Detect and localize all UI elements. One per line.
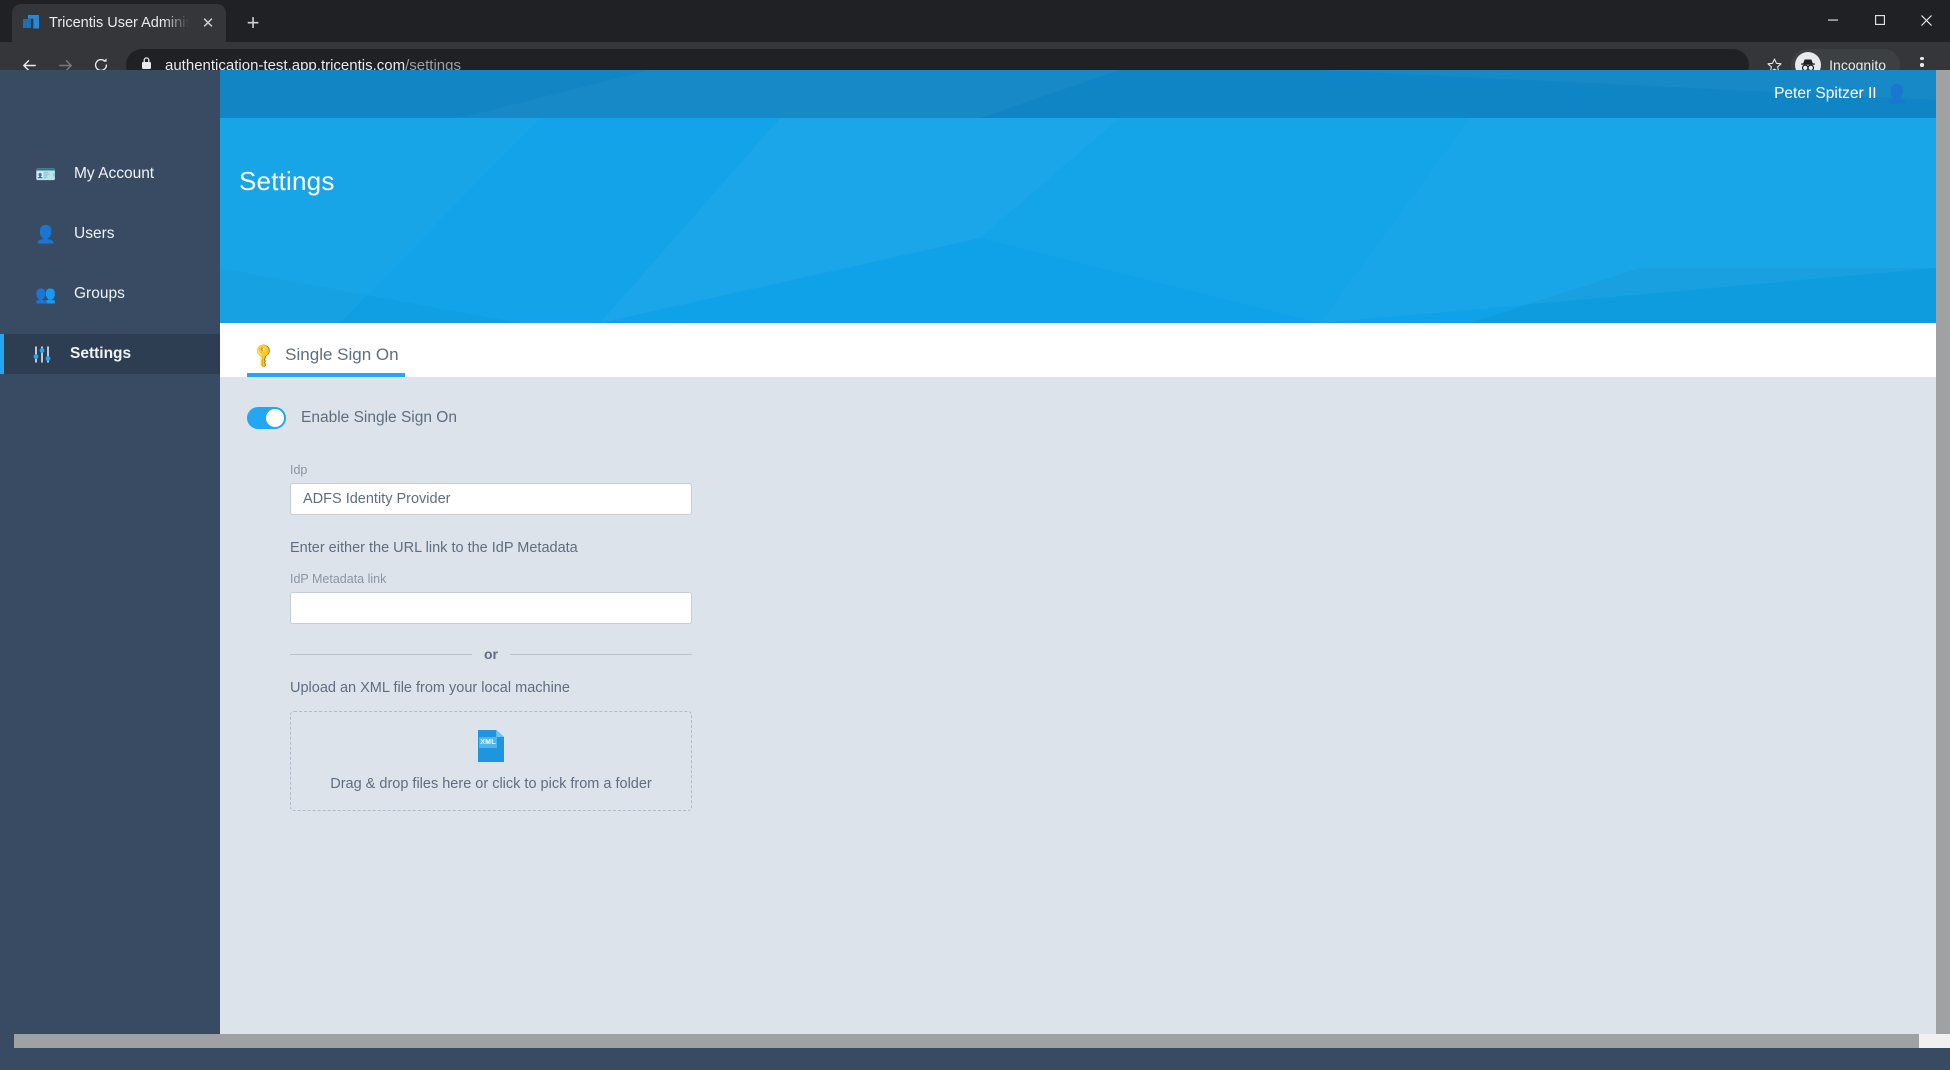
metadata-helper-text: Enter either the URL link to the IdP Met… xyxy=(290,540,578,556)
page-bottom-strip xyxy=(0,1048,1950,1070)
user-name-label: Peter Spitzer II xyxy=(1774,85,1877,102)
sidebar-item-label: Users xyxy=(74,225,115,242)
close-window-icon[interactable] xyxy=(1903,0,1950,40)
sidebar-item-label: Groups xyxy=(74,285,125,302)
horizontal-scrollbar[interactable] xyxy=(0,1034,1950,1048)
scrollbar-corner xyxy=(0,1034,14,1048)
user-avatar-icon: 👤 xyxy=(1885,84,1908,104)
page-hero: Settings xyxy=(220,118,1936,323)
tab-label: Single Sign On xyxy=(285,345,399,364)
sidebar-item-label: Settings xyxy=(70,345,132,362)
sidebar-nav: 🪪 My Account 👤 Users 👥 Groups Settings xyxy=(0,70,220,374)
xml-dropzone[interactable]: XML Drag & drop files here or click to p… xyxy=(290,711,692,811)
sidebar-item-users[interactable]: 👤 Users xyxy=(0,214,220,254)
toggle-knob xyxy=(266,409,284,427)
page-title: Settings xyxy=(239,166,335,196)
key-icon: 🔑 xyxy=(249,340,278,370)
browser-window: Tricentis User Administration - Se ✕ + xyxy=(0,0,1950,1070)
xml-file-icon-label: XML xyxy=(479,737,497,748)
user-menu[interactable]: Peter Spitzer II 👤 xyxy=(1774,85,1908,103)
user-icon: 👤 xyxy=(35,224,57,244)
enable-sso-label: Enable Single Sign On xyxy=(301,409,457,426)
divider-label: or xyxy=(484,646,498,662)
idp-metadata-link-label: IdP Metadata link xyxy=(290,572,387,586)
page-viewport: 🪪 My Account 👤 Users 👥 Groups Settings P… xyxy=(0,70,1950,1070)
browser-tab-strip: Tricentis User Administration - Se ✕ + xyxy=(0,0,1950,42)
sidebar-item-settings[interactable]: Settings xyxy=(0,334,220,374)
tricentis-logo-icon xyxy=(23,14,40,32)
sidebar-item-groups[interactable]: 👥 Groups xyxy=(0,274,220,314)
new-tab-button[interactable]: + xyxy=(236,6,270,40)
maximize-window-icon[interactable] xyxy=(1856,0,1903,40)
sliders-icon xyxy=(31,343,53,365)
browser-tab-title: Tricentis User Administration - Se xyxy=(49,15,189,31)
hero-polygon-pattern xyxy=(600,118,1936,323)
upload-helper-text: Upload an XML file from your local machi… xyxy=(290,680,570,696)
browser-tab[interactable]: Tricentis User Administration - Se ✕ xyxy=(12,4,226,42)
users-group-icon: 👥 xyxy=(35,284,57,304)
sidebar-item-my-account[interactable]: 🪪 My Account xyxy=(0,154,220,194)
idp-metadata-link-input[interactable] xyxy=(290,592,692,624)
vertical-scrollbar-thumb[interactable] xyxy=(1936,70,1950,1034)
id-card-icon: 🪪 xyxy=(35,164,57,184)
enable-sso-toggle[interactable] xyxy=(247,407,286,429)
vertical-scrollbar[interactable] xyxy=(1936,70,1950,1034)
sso-settings-panel: Enable Single Sign On Idp ADFS Identity … xyxy=(220,377,1936,1034)
content-tab-bar: 🔑 Single Sign On xyxy=(220,323,1936,377)
or-divider: or xyxy=(290,646,692,662)
app-topbar: Peter Spitzer II 👤 xyxy=(220,70,1936,118)
topbar-polygon-pattern xyxy=(460,70,1120,118)
app-sidebar: 🪪 My Account 👤 Users 👥 Groups Settings xyxy=(0,70,220,1034)
xml-file-icon: XML xyxy=(478,730,504,762)
app-content: Peter Spitzer II 👤 Settings 🔑 Single Sig… xyxy=(220,70,1936,1034)
idp-field-label: Idp xyxy=(290,463,308,477)
dropzone-text: Drag & drop files here or click to pick … xyxy=(330,776,652,792)
minimize-window-icon[interactable] xyxy=(1809,0,1856,40)
divider-line-left xyxy=(290,653,472,655)
divider-line-right xyxy=(510,653,692,655)
idp-input[interactable]: ADFS Identity Provider xyxy=(290,483,692,515)
enable-sso-row[interactable]: Enable Single Sign On xyxy=(247,407,1936,429)
horizontal-scrollbar-thumb[interactable] xyxy=(14,1034,1919,1048)
tab-single-sign-on[interactable]: 🔑 Single Sign On xyxy=(247,340,405,377)
sidebar-item-label: My Account xyxy=(74,165,155,182)
sso-form: Idp ADFS Identity Provider Enter either … xyxy=(247,463,692,811)
close-tab-icon[interactable]: ✕ xyxy=(198,13,218,33)
window-controls xyxy=(1809,0,1950,40)
